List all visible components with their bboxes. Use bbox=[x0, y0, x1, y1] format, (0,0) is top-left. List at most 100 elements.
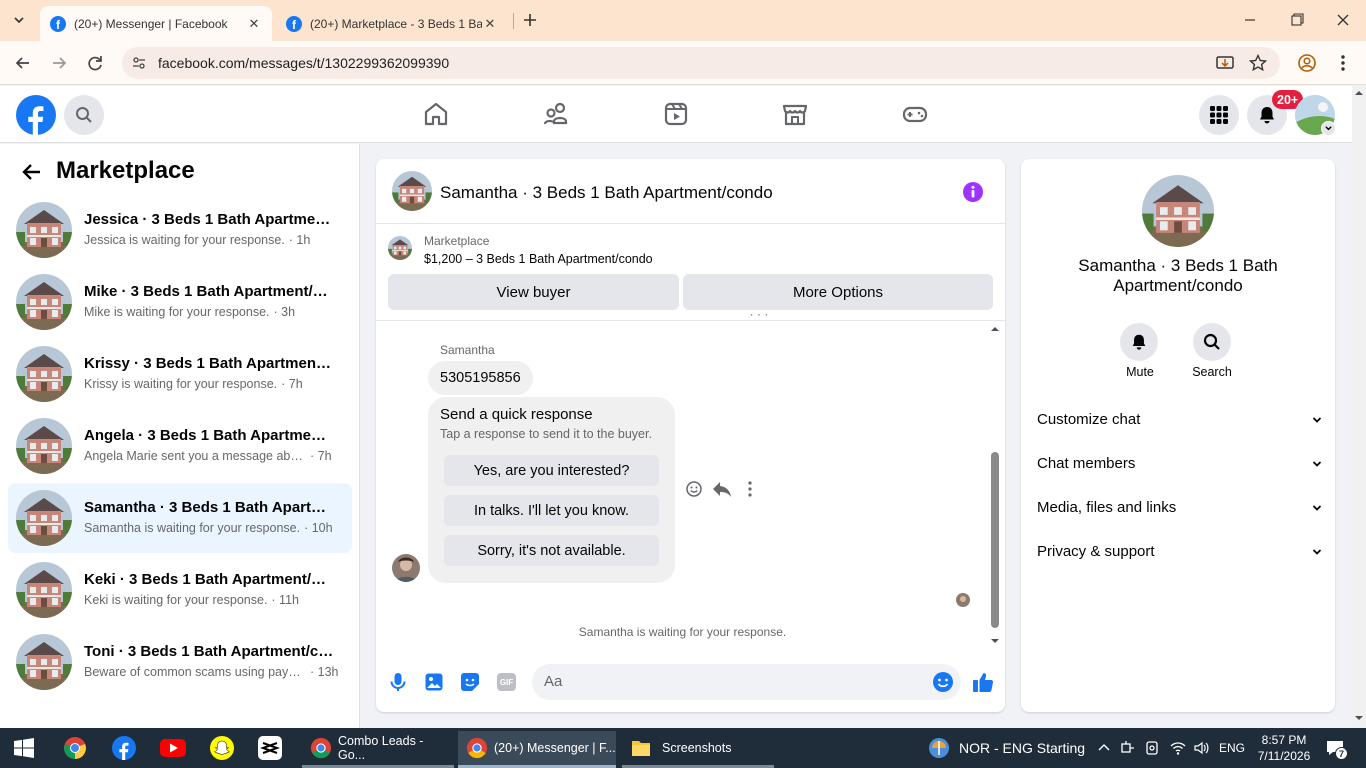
conversation-info-button[interactable] bbox=[962, 181, 984, 203]
new-tab-button[interactable] bbox=[520, 10, 540, 30]
account-chevron[interactable] bbox=[1321, 121, 1336, 136]
nav-watch[interactable] bbox=[662, 100, 690, 128]
weather-widget[interactable]: NOR - ENG Starting bbox=[928, 731, 1085, 765]
browser-menu-icon[interactable] bbox=[1334, 53, 1352, 73]
snippet-time: · 13h bbox=[310, 665, 339, 679]
listing-price[interactable]: $1,200 – 3 Beds 1 Bath Apartment/condo bbox=[424, 252, 653, 266]
arrow-left-icon bbox=[15, 57, 29, 69]
taskbar-window-messenger[interactable]: (20+) Messenger | F... bbox=[458, 731, 616, 765]
close-window-button[interactable] bbox=[1333, 10, 1353, 30]
tray-expand-icon[interactable] bbox=[1097, 741, 1111, 755]
listing-thumbnail[interactable] bbox=[388, 236, 412, 260]
search-in-conversation-button[interactable] bbox=[1193, 323, 1231, 361]
taskbar-window-screenshots[interactable]: Screenshots bbox=[622, 731, 774, 765]
tray-wifi-icon[interactable] bbox=[1170, 740, 1186, 756]
snippet-time: · 11h bbox=[271, 593, 299, 607]
customize-chat-section[interactable]: Customize chat bbox=[1037, 411, 1322, 428]
attach-photo-button[interactable] bbox=[424, 672, 444, 692]
conversation-avatar bbox=[16, 202, 72, 258]
mute-button[interactable] bbox=[1120, 323, 1158, 361]
tray-clock[interactable]: 8:57 PM 7/11/2026 bbox=[1254, 732, 1314, 764]
conversation-avatar bbox=[16, 490, 72, 546]
more-actions-button[interactable] bbox=[742, 480, 758, 498]
conversation-item[interactable]: Samantha · 3 Beds 1 Bath Apartment/condo… bbox=[8, 483, 352, 553]
message-bubble[interactable]: 5305195856 bbox=[428, 361, 533, 395]
conversation-item[interactable]: Jessica · 3 Beds 1 Bath Apartment/condo J… bbox=[8, 195, 352, 265]
taskbar-capcut[interactable] bbox=[258, 736, 282, 760]
tray-language[interactable]: ENG bbox=[1219, 741, 1245, 755]
media-files-links-section[interactable]: Media, files and links bbox=[1037, 499, 1322, 516]
gif-button[interactable]: GIF bbox=[497, 673, 516, 691]
sticker-button[interactable] bbox=[460, 672, 480, 692]
tray-camera-icon[interactable] bbox=[1145, 740, 1161, 756]
page-scrollbar[interactable] bbox=[1352, 86, 1366, 728]
install-app-icon[interactable] bbox=[1215, 53, 1235, 73]
profile-icon[interactable] bbox=[1297, 53, 1317, 73]
grid-menu-icon bbox=[1210, 106, 1228, 124]
snippet-text: Krissy is waiting for your response. bbox=[84, 377, 278, 391]
back-button[interactable] bbox=[12, 52, 34, 74]
reply-button[interactable] bbox=[712, 480, 732, 498]
restore-button[interactable] bbox=[1287, 10, 1307, 30]
nav-gaming[interactable] bbox=[901, 100, 929, 128]
quick-response-yes[interactable]: Yes, are you interested? bbox=[444, 455, 659, 486]
tab-messenger[interactable]: f (20+) Messenger | Facebook ✕ bbox=[40, 6, 272, 41]
listing-photo-icon bbox=[16, 274, 72, 330]
minimize-button[interactable] bbox=[1240, 10, 1260, 30]
chat-scrollbar[interactable] bbox=[988, 322, 1002, 648]
nav-home[interactable] bbox=[422, 100, 450, 128]
more-options-button[interactable]: More Options bbox=[683, 274, 993, 310]
person-avatar-icon bbox=[392, 554, 420, 582]
facebook-logo[interactable] bbox=[16, 95, 56, 135]
conversation-name: Toni · 3 Beds 1 Bath Apartment/condo bbox=[84, 643, 334, 660]
chat-title[interactable]: Samantha · 3 Beds 1 Bath Apartment/condo bbox=[440, 183, 773, 203]
conversation-item[interactable]: Mike · 3 Beds 1 Bath Apartment/condo Mike… bbox=[8, 267, 352, 337]
tray-volume-icon[interactable] bbox=[1193, 740, 1209, 756]
privacy-support-section[interactable]: Privacy & support bbox=[1037, 543, 1322, 560]
chrome-icon bbox=[310, 737, 332, 759]
forward-button[interactable] bbox=[48, 52, 70, 74]
emoji-button[interactable] bbox=[932, 671, 954, 693]
start-button[interactable] bbox=[14, 738, 34, 758]
nav-friends[interactable] bbox=[542, 100, 570, 128]
quick-response-in-talks[interactable]: In talks. I'll let you know. bbox=[444, 495, 659, 526]
back-arrow-button[interactable] bbox=[20, 160, 44, 184]
conversation-item[interactable]: Krissy · 3 Beds 1 Bath Apartment/condo Kr… bbox=[8, 339, 352, 409]
sender-avatar[interactable] bbox=[392, 554, 420, 582]
reload-button[interactable] bbox=[84, 52, 106, 74]
url-text[interactable]: facebook.com/messages/t/1302299362099390 bbox=[158, 55, 449, 71]
menu-button[interactable] bbox=[1199, 95, 1239, 135]
voice-clip-button[interactable] bbox=[388, 672, 408, 692]
taskbar-window-combo-leads[interactable]: Combo Leads - Go... bbox=[302, 731, 454, 765]
scrollbar-thumb[interactable] bbox=[991, 452, 999, 628]
clock-time: 8:57 PM bbox=[1261, 733, 1307, 747]
conversation-item[interactable]: Angela · 3 Beds 1 Bath Apartment/condo An… bbox=[8, 411, 352, 481]
capcut-icon bbox=[258, 736, 282, 760]
tab-marketplace[interactable]: f (20+) Marketplace - 3 Beds 1 Ba ✕ bbox=[276, 6, 508, 41]
tray-network-adapter-icon[interactable] bbox=[1120, 740, 1136, 756]
gif-label: GIF bbox=[499, 677, 514, 687]
info-avatar[interactable] bbox=[1142, 175, 1214, 247]
info-name: Samantha · 3 Beds 1 Bath Apartment/condo bbox=[1078, 256, 1278, 295]
nav-marketplace[interactable] bbox=[781, 100, 809, 128]
taskbar-facebook[interactable] bbox=[112, 736, 136, 760]
tab-close-icon[interactable]: ✕ bbox=[482, 16, 498, 32]
view-buyer-button[interactable]: View buyer bbox=[388, 274, 679, 310]
taskbar-youtube[interactable] bbox=[160, 738, 186, 758]
chat-members-section[interactable]: Chat members bbox=[1037, 455, 1322, 472]
taskbar-chrome[interactable] bbox=[63, 736, 87, 760]
conversation-item[interactable]: Keki · 3 Beds 1 Bath Apartment/condo Keki… bbox=[8, 555, 352, 625]
bookmark-star-icon[interactable] bbox=[1248, 53, 1268, 73]
quick-response-not-available[interactable]: Sorry, it's not available. bbox=[444, 535, 659, 566]
search-button[interactable] bbox=[64, 95, 104, 135]
tab-close-icon[interactable]: ✕ bbox=[246, 16, 262, 32]
snippet-text: Keki is waiting for your response. bbox=[84, 593, 268, 607]
react-button[interactable] bbox=[685, 480, 703, 498]
site-info-icon[interactable] bbox=[131, 55, 147, 71]
taskbar-snapchat[interactable] bbox=[210, 736, 234, 760]
chat-header-avatar[interactable] bbox=[392, 171, 432, 211]
like-button[interactable] bbox=[972, 671, 994, 693]
conversation-item[interactable]: Toni · 3 Beds 1 Bath Apartment/condo Bewa… bbox=[8, 627, 352, 697]
tab-search-button[interactable] bbox=[8, 9, 30, 31]
message-input[interactable]: Aa bbox=[532, 664, 961, 700]
